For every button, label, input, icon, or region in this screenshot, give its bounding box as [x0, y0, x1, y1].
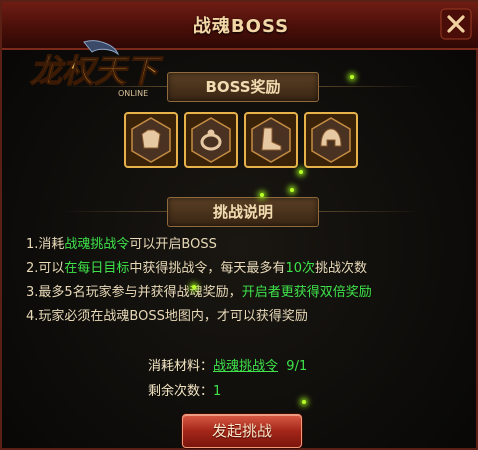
rule-line-1: 1.消耗战魂挑战令可以开启BOSS	[26, 237, 217, 252]
sparkle	[290, 188, 294, 192]
start-challenge-button[interactable]: 发起挑战	[182, 414, 302, 448]
challenge-token-link[interactable]: 战魂挑战令	[213, 359, 278, 374]
ring-icon	[184, 112, 238, 168]
sparkle	[350, 75, 354, 79]
sparkle	[260, 193, 264, 197]
remaining-label: 剩余次数：	[148, 384, 214, 399]
window-title: 战魂BOSS	[192, 16, 290, 37]
armor-icon	[124, 112, 178, 168]
rule-line-3: 3.最多5名玩家参与并获得战魂奖励，开启者更获得双倍奖励	[26, 285, 372, 300]
svg-text:ONLINE: ONLINE	[118, 89, 148, 98]
remaining-value: 1	[213, 384, 222, 399]
remaining-row: 剩余次数：1	[148, 383, 221, 401]
close-icon[interactable]	[440, 8, 472, 40]
sparkle	[299, 170, 303, 174]
reward-slot[interactable]	[244, 112, 298, 168]
reward-slot[interactable]	[184, 112, 238, 168]
rules-heading: 挑战说明	[167, 197, 319, 227]
cost-amount: 9/1	[286, 359, 308, 374]
rule-line-2: 2.可以在每日目标中获得挑战令，每天最多有10次挑战次数	[26, 261, 367, 276]
cost-label: 消耗材料：	[148, 359, 214, 374]
rewards-heading: BOSS奖励	[167, 72, 319, 102]
svg-text:龙权天下: 龙权天下	[30, 52, 164, 90]
sparkle	[192, 285, 196, 289]
boots-icon	[244, 112, 298, 168]
sparkle	[302, 400, 306, 404]
reward-slot[interactable]	[124, 112, 178, 168]
boss-window: 战魂BOSS 龙权天下 ONLINE BOSS奖励 挑战说明 1.消耗战魂挑战令…	[0, 0, 478, 450]
rule-line-4: 4.玩家必须在战魂BOSS地图内，才可以获得奖励	[26, 309, 308, 324]
helmet-icon	[304, 112, 358, 168]
game-logo: 龙权天下 ONLINE	[29, 40, 165, 98]
reward-slot[interactable]	[304, 112, 358, 168]
cost-row: 消耗材料：战魂挑战令 9/1	[148, 358, 307, 376]
